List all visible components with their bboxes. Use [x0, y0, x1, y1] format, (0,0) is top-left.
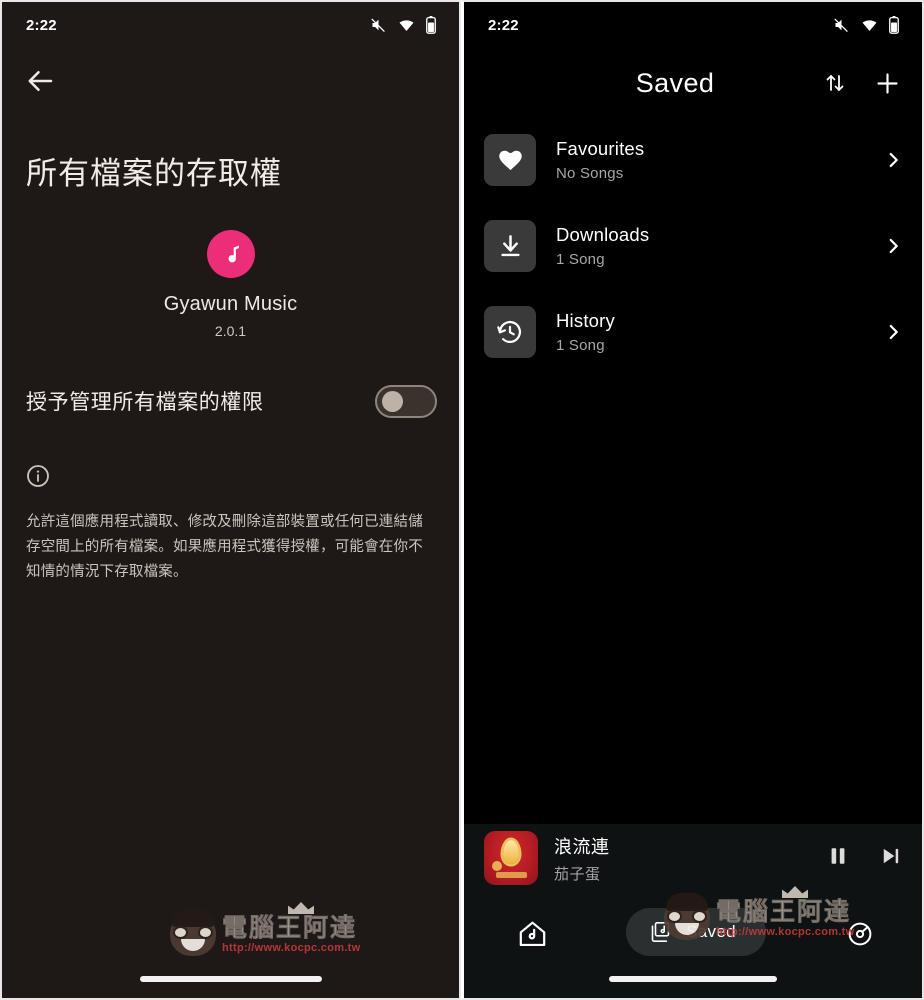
- watermark-brand: 電腦王阿達: [222, 912, 358, 942]
- header-title: Saved: [635, 67, 715, 98]
- wifi-icon: [399, 20, 414, 31]
- saved-list: Favourites No Songs Downloads 1 Song His…: [464, 114, 922, 368]
- add-button[interactable]: [870, 66, 904, 100]
- now-playing-title: 浪流連: [554, 836, 610, 857]
- permission-toggle-label: 授予管理所有檔案的權限: [26, 391, 264, 415]
- download-icon: [500, 234, 520, 256]
- heart-icon: [498, 150, 522, 170]
- home-indicator-right: [609, 976, 777, 982]
- list-item-subtitle: 1 Song: [556, 251, 605, 268]
- list-item-subtitle: 1 Song: [556, 337, 605, 354]
- now-playing-artist: 茄子蛋: [554, 865, 601, 883]
- sort-arrows-icon: [826, 75, 844, 91]
- list-item-subtitle: No Songs: [556, 165, 624, 182]
- list-item-text: Favourites No Songs: [556, 138, 880, 182]
- crown-icon: [288, 902, 314, 914]
- back-button[interactable]: [2, 48, 459, 96]
- list-item-title: History: [556, 310, 615, 331]
- list-item-title: Downloads: [556, 224, 650, 245]
- mute-icon: [371, 18, 385, 32]
- music-note-icon: [228, 244, 239, 263]
- nav-home-button[interactable]: [482, 908, 582, 960]
- player-text: 浪流連 茄子蛋: [554, 833, 827, 884]
- list-item-title: Favourites: [556, 138, 645, 159]
- app-version: 2.0.1: [214, 322, 247, 339]
- player-controls: [827, 844, 902, 873]
- status-bar-right: 2:22: [464, 2, 922, 48]
- list-item-chevron[interactable]: [880, 237, 902, 255]
- status-bar-left: 2:22: [2, 2, 459, 48]
- chevron-right-icon: [889, 238, 898, 254]
- list-item[interactable]: History 1 Song: [484, 296, 902, 368]
- back-arrow-icon: [28, 71, 53, 91]
- permission-description: 允許這個應用程式讀取、修改及刪除這部裝置或任何已連結儲存空間上的所有檔案。如果應…: [26, 513, 423, 580]
- app-header: Saved: [464, 52, 922, 114]
- app-name: Gyawun Music: [163, 292, 298, 315]
- saved-pill-label: Saved: [686, 922, 736, 941]
- saved-pill[interactable]: Saved: [626, 908, 766, 956]
- watermark-text: 電腦王阿達 http://www.kocpc.com.tw: [222, 902, 361, 954]
- nav-saved-tab[interactable]: Saved: [582, 908, 810, 956]
- watermark-url: http://www.kocpc.com.tw: [222, 941, 361, 954]
- left-phone-screen: 2:22 所有檔案的存取權 Gyawun Music 2.0.1 授予管理所有檔…: [0, 0, 461, 1000]
- list-item[interactable]: Downloads 1 Song: [484, 210, 902, 282]
- list-item-chevron[interactable]: [880, 151, 902, 169]
- sort-button[interactable]: [818, 66, 852, 100]
- app-icon: [206, 229, 255, 278]
- toggle-knob: [382, 390, 403, 412]
- next-track-button[interactable]: [879, 844, 902, 873]
- list-item-text: History 1 Song: [556, 310, 880, 354]
- album-art: [484, 831, 538, 885]
- wifi-icon: [862, 20, 877, 31]
- downloads-icon-box: [484, 220, 536, 272]
- chevron-right-icon: [889, 324, 898, 340]
- favourites-icon-box: [484, 134, 536, 186]
- watermark-left: 電腦王阿達 http://www.kocpc.com.tw: [170, 902, 361, 956]
- info-circle-icon: [27, 464, 49, 487]
- battery-icon: [889, 16, 899, 34]
- list-item[interactable]: Favourites No Songs: [484, 124, 902, 196]
- plus-icon: [876, 72, 898, 94]
- status-icons: [369, 16, 437, 34]
- list-item-chevron[interactable]: [880, 323, 902, 341]
- watermark-face-icon: [170, 909, 216, 956]
- mini-player[interactable]: 浪流連 茄子蛋: [464, 824, 922, 892]
- pause-button[interactable]: [827, 844, 849, 873]
- mute-icon: [834, 18, 848, 32]
- chevron-right-icon: [889, 152, 898, 168]
- home-indicator-left: [139, 976, 322, 982]
- gear-icon: [848, 922, 872, 946]
- status-icons: [832, 16, 900, 34]
- status-time: 2:22: [488, 16, 519, 34]
- home-music-icon: [519, 921, 545, 946]
- right-phone-screen: 2:22 Saved Favourites No Songs Downloads…: [461, 0, 924, 1000]
- history-icon: [497, 320, 522, 343]
- pause-icon: [831, 847, 845, 864]
- page-title: 所有檔案的存取權: [26, 156, 282, 191]
- status-time: 2:22: [26, 16, 57, 34]
- permission-toggle-row[interactable]: 授予管理所有檔案的權限: [26, 384, 437, 418]
- nav-settings-button[interactable]: [810, 908, 910, 960]
- dual-screenshot-container: 2:22 所有檔案的存取權 Gyawun Music 2.0.1 授予管理所有檔…: [0, 0, 924, 1000]
- next-track-icon: [883, 848, 899, 863]
- battery-icon: [426, 16, 436, 34]
- list-item-text: Downloads 1 Song: [556, 224, 880, 268]
- history-icon-box: [484, 306, 536, 358]
- permission-toggle-switch[interactable]: [375, 384, 437, 418]
- library-music-icon: [651, 921, 670, 942]
- bottom-navigation: Saved: [464, 892, 922, 998]
- app-info-block: Gyawun Music 2.0.1: [2, 229, 459, 339]
